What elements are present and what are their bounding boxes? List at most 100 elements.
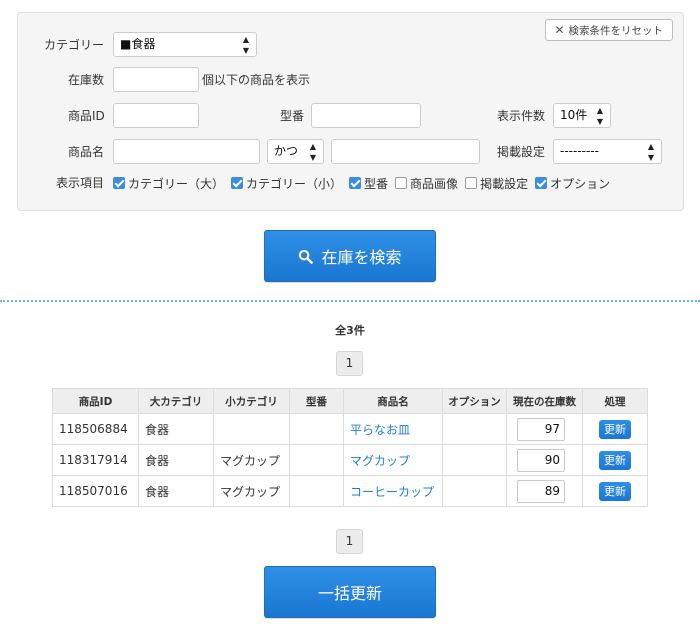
- column-toggle-label: 型番: [364, 176, 389, 191]
- name-match-mode-select[interactable]: かつ ▲ ▼: [267, 139, 324, 164]
- action-cell: 更新: [582, 475, 648, 507]
- product-name-cell: 平らなお皿: [343, 413, 443, 445]
- up-down-arrows-icon: ▲ ▼: [647, 142, 654, 162]
- display-count-value: 10件: [560, 108, 588, 122]
- close-icon: ✕: [554, 23, 565, 37]
- column-header: 大カテゴリ: [138, 388, 214, 414]
- table-row: 118507016 食器 マグカップ コーヒーカップ 更新: [52, 475, 648, 507]
- product-name-input-2[interactable]: [331, 139, 480, 164]
- large-category-cell: 食器: [138, 444, 214, 476]
- column-header: 小カテゴリ: [213, 388, 290, 414]
- action-cell: 更新: [582, 444, 648, 476]
- checkbox[interactable]: [395, 177, 408, 189]
- column-toggle[interactable]: カテゴリー（小）: [231, 175, 342, 192]
- search-panel: ✕ 検索条件をリセット カテゴリー ■食器 ▲ ▼ 在庫数 個以下の商品を表示 商品…: [17, 12, 684, 211]
- product-name-link[interactable]: コーヒーカップ: [350, 485, 434, 499]
- update-button[interactable]: 更新: [599, 419, 631, 439]
- listing-select-value: ---------: [560, 144, 599, 158]
- checkbox[interactable]: [535, 177, 548, 189]
- search-icon: [299, 249, 314, 264]
- column-toggle[interactable]: 型番: [349, 175, 388, 192]
- up-down-arrows-icon: ▲ ▼: [242, 35, 249, 55]
- column-header: 現在の在庫数: [506, 388, 583, 414]
- column-header: 商品名: [343, 388, 443, 414]
- small-category-cell: マグカップ: [213, 475, 290, 507]
- category-label: カテゴリー: [44, 38, 105, 52]
- category-select[interactable]: ■食器 ▲ ▼: [113, 32, 257, 57]
- model-cell: [289, 444, 344, 476]
- column-toggle-label: オプション: [550, 176, 611, 191]
- bulk-update-label: 一括更新: [317, 584, 382, 603]
- small-category-cell: [213, 413, 290, 445]
- bulk-update-button[interactable]: 一括更新: [264, 566, 436, 618]
- stock-quantity-input[interactable]: [517, 417, 565, 441]
- display-count-select[interactable]: 10件 ▲ ▼: [553, 103, 611, 128]
- column-header: オプション: [442, 388, 507, 414]
- stock-input[interactable]: [113, 67, 199, 92]
- stock-label: 在庫数: [68, 73, 105, 87]
- column-toggle[interactable]: カテゴリー（大）: [113, 175, 224, 192]
- large-category-cell: 食器: [138, 413, 214, 445]
- display-count-label: 表示件数: [497, 109, 546, 123]
- column-toggle[interactable]: 掲載設定: [465, 175, 528, 192]
- option-cell: [442, 475, 507, 507]
- small-category-cell: マグカップ: [213, 444, 290, 476]
- stock-cell: [506, 413, 583, 445]
- product-name-input[interactable]: [113, 139, 260, 164]
- column-header: 商品ID: [52, 388, 139, 414]
- stock-quantity-input[interactable]: [517, 479, 565, 503]
- listing-label: 掲載設定: [497, 145, 546, 159]
- product-id-cell: 118507016: [52, 475, 139, 507]
- product-name-cell: マグカップ: [343, 444, 443, 476]
- option-cell: [442, 413, 507, 445]
- model-cell: [289, 413, 344, 445]
- reset-filters-label: 検索条件をリセット: [568, 25, 664, 37]
- pagination-page-1-top[interactable]: 1: [336, 351, 363, 376]
- checkbox[interactable]: [231, 177, 244, 189]
- large-category-cell: 食器: [138, 475, 214, 507]
- model-no-label: 型番: [280, 109, 305, 123]
- stock-cell: [506, 475, 583, 507]
- search-stock-label: 在庫を検索: [321, 248, 402, 267]
- column-toggle[interactable]: 商品画像: [395, 175, 458, 192]
- up-down-arrows-icon: ▲ ▼: [596, 106, 603, 126]
- column-toggle-label: カテゴリー（小）: [246, 176, 343, 191]
- checkbox[interactable]: [465, 177, 478, 189]
- update-button[interactable]: 更新: [599, 450, 631, 470]
- checkbox[interactable]: [349, 177, 362, 189]
- column-header: 型番: [289, 388, 344, 414]
- checkbox[interactable]: [113, 177, 125, 189]
- product-id-label: 商品ID: [68, 109, 105, 123]
- update-button[interactable]: 更新: [599, 481, 631, 501]
- product-id-cell: 118506884: [52, 413, 139, 445]
- section-divider: [0, 300, 700, 302]
- table-header-row: 商品ID 大カテゴリ 小カテゴリ 型番 商品名 オプション 現在の在庫数 処理: [52, 388, 648, 414]
- pagination-page-1-bottom[interactable]: 1: [336, 529, 363, 554]
- column-toggle-label: カテゴリー（大）: [128, 176, 225, 191]
- model-no-input[interactable]: [311, 103, 421, 128]
- listing-select[interactable]: --------- ▲ ▼: [553, 139, 662, 164]
- product-id-cell: 118317914: [52, 444, 139, 476]
- product-name-label: 商品名: [68, 145, 105, 159]
- product-name-cell: コーヒーカップ: [343, 475, 443, 507]
- stock-quantity-input[interactable]: [517, 448, 565, 472]
- column-toggle-label: 商品画像: [410, 176, 459, 191]
- column-toggle[interactable]: オプション: [535, 175, 610, 192]
- option-cell: [442, 444, 507, 476]
- name-match-mode-value: かつ: [274, 144, 299, 158]
- model-cell: [289, 475, 344, 507]
- stock-suffix-text: 個以下の商品を表示: [202, 73, 311, 87]
- product-id-input[interactable]: [113, 103, 199, 128]
- column-toggle-label: 掲載設定: [480, 176, 529, 191]
- product-name-link[interactable]: 平らなお皿: [350, 423, 410, 437]
- reset-filters-button[interactable]: ✕ 検索条件をリセット: [545, 19, 673, 41]
- search-stock-button[interactable]: 在庫を検索: [264, 230, 436, 282]
- results-table: 商品ID 大カテゴリ 小カテゴリ 型番 商品名 オプション 現在の在庫数 処理 …: [52, 388, 648, 507]
- product-name-link[interactable]: マグカップ: [350, 454, 410, 468]
- category-select-value: ■食器: [120, 37, 156, 51]
- table-row: 118317914 食器 マグカップ マグカップ 更新: [52, 444, 648, 476]
- columns-checkbox-group: カテゴリー（大） カテゴリー（小） 型番 商品画像 掲載設定 オプション: [113, 175, 617, 191]
- stock-cell: [506, 444, 583, 476]
- action-cell: 更新: [582, 413, 648, 445]
- up-down-arrows-icon: ▲ ▼: [309, 142, 316, 162]
